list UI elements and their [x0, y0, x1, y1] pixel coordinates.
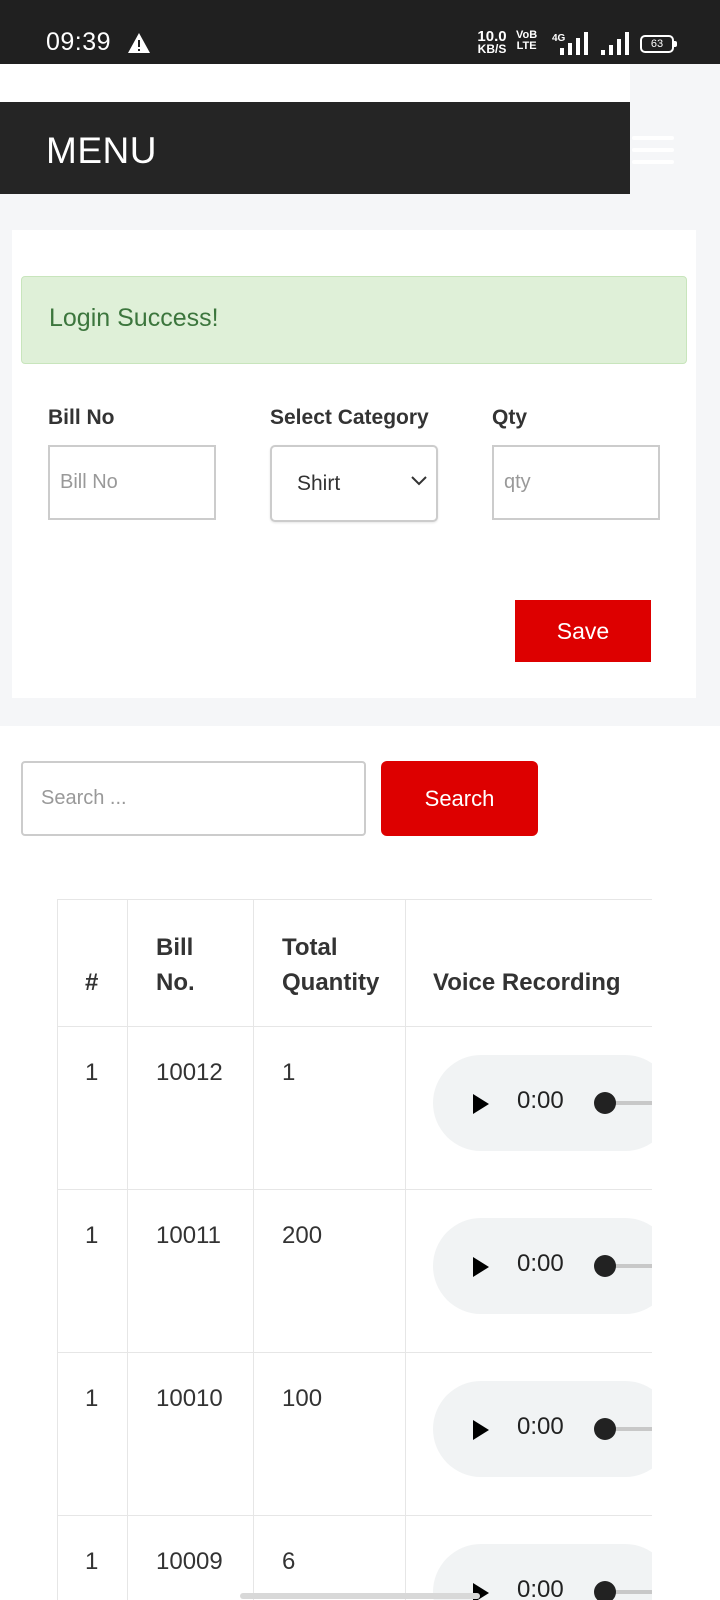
- table-border: [57, 1515, 652, 1516]
- row-total-quantity: 6: [282, 1548, 296, 1575]
- row-num: 1: [85, 1059, 99, 1086]
- row-bill-no: 10012: [156, 1059, 223, 1086]
- audio-time: 0:00: [517, 1413, 564, 1440]
- battery-icon: 63: [640, 35, 677, 53]
- net-speed: 10.0 KB/S: [475, 29, 509, 56]
- category-select[interactable]: Shirt: [270, 445, 438, 522]
- table-border: [57, 899, 58, 1600]
- search-input[interactable]: Search ...: [21, 761, 366, 836]
- row-bill-no: 10009: [156, 1548, 223, 1575]
- search-button[interactable]: Search: [381, 761, 538, 836]
- audio-seek-thumb[interactable]: [594, 1092, 616, 1114]
- row-total-quantity: 100: [282, 1385, 323, 1412]
- status-time: 09:39: [46, 28, 112, 56]
- header-num: #: [85, 969, 99, 996]
- table-border: [253, 899, 254, 1600]
- volte-indicator: VoB LTE: [516, 30, 537, 52]
- row-bill-no: 10010: [156, 1385, 223, 1412]
- net-speed-unit: KB/S: [477, 42, 507, 56]
- row-bill-no: 10011: [156, 1222, 221, 1249]
- audio-time: 0:00: [517, 1576, 564, 1600]
- audio-player[interactable]: 0:00: [433, 1381, 652, 1477]
- category-selected-value: Shirt: [297, 472, 341, 495]
- header-voice-recording: Voice Recording: [433, 969, 621, 996]
- records-table: # Bill No. Total Quantity Voice Recordin…: [57, 899, 652, 1600]
- audio-seek-thumb[interactable]: [594, 1581, 616, 1600]
- volte-bottom: LTE: [516, 40, 537, 52]
- play-icon[interactable]: [473, 1420, 489, 1440]
- menu-title[interactable]: MENU: [46, 130, 157, 172]
- status-bar: 09:39 10.0 KB/S VoB LTE 4G 63: [0, 0, 720, 64]
- qty-input[interactable]: qty: [492, 445, 660, 520]
- audio-player[interactable]: 0:00: [433, 1055, 652, 1151]
- play-icon[interactable]: [473, 1094, 489, 1114]
- bill-no-input[interactable]: Bill No: [48, 445, 216, 520]
- success-alert: Login Success!: [21, 276, 687, 364]
- audio-time: 0:00: [517, 1250, 564, 1277]
- table-border: [57, 1189, 652, 1190]
- audio-time: 0:00: [517, 1087, 564, 1114]
- row-total-quantity: 1: [282, 1059, 296, 1086]
- hamburger-icon[interactable]: [632, 136, 674, 168]
- chevron-down-icon: [411, 476, 427, 486]
- network-type: 4G: [552, 33, 566, 44]
- signal-4g-icon: 4G: [552, 32, 588, 55]
- qty-label: Qty: [492, 406, 528, 429]
- row-num: 1: [85, 1222, 99, 1249]
- audio-player[interactable]: 0:00: [433, 1544, 652, 1600]
- table-border: [57, 899, 652, 900]
- audio-seek-thumb[interactable]: [594, 1255, 616, 1277]
- table-border: [57, 1352, 652, 1353]
- row-num: 1: [85, 1548, 99, 1575]
- table-border: [57, 1026, 652, 1027]
- category-label: Select Category: [270, 406, 429, 429]
- play-icon[interactable]: [473, 1257, 489, 1277]
- table-border: [405, 899, 406, 1600]
- bill-no-label: Bill No: [48, 406, 115, 429]
- row-total-quantity: 200: [282, 1222, 323, 1249]
- warning-icon: [128, 33, 150, 53]
- audio-player[interactable]: 0:00: [433, 1218, 652, 1314]
- horizontal-scrollbar[interactable]: [240, 1593, 480, 1599]
- table-border: [127, 899, 128, 1600]
- signal-icon: [601, 32, 629, 55]
- header-bill-no: Bill No.: [156, 934, 195, 996]
- row-num: 1: [85, 1385, 99, 1412]
- header-total-quantity: Total Quantity: [282, 934, 380, 996]
- save-button[interactable]: Save: [515, 600, 651, 662]
- header-strip: [0, 64, 630, 102]
- audio-seek-thumb[interactable]: [594, 1418, 616, 1440]
- page: 09:39 10.0 KB/S VoB LTE 4G 63 MENU Login…: [0, 0, 720, 1600]
